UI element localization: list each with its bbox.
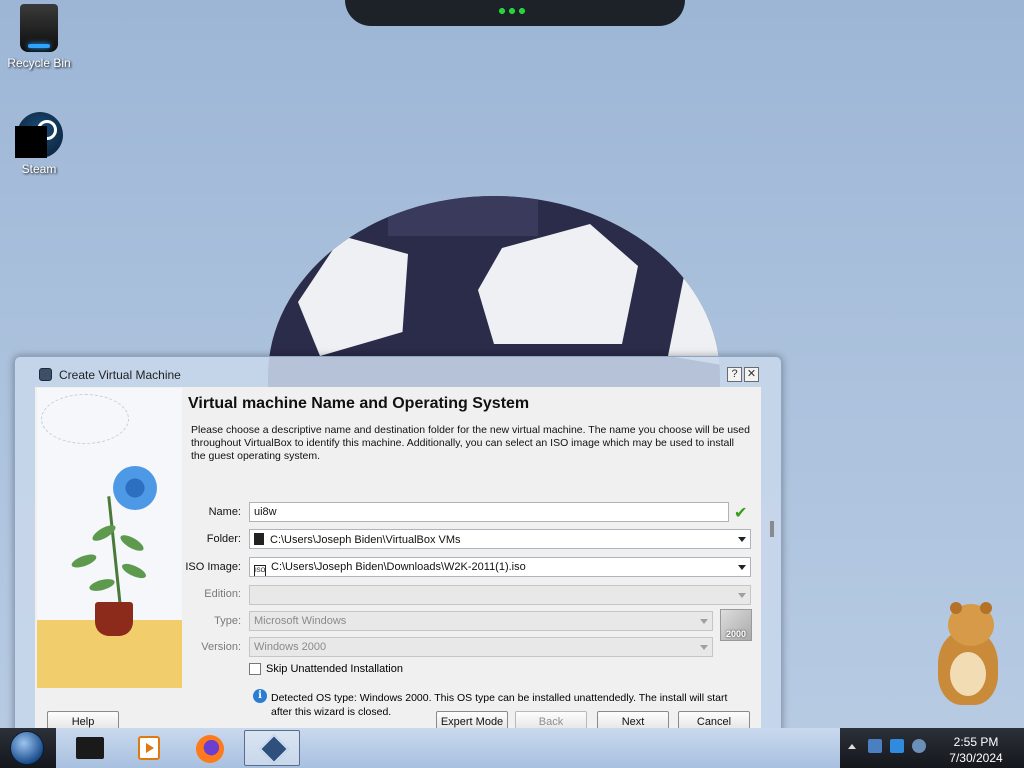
flower-icon — [113, 466, 157, 510]
version-select[interactable]: Windows 2000 — [249, 637, 713, 657]
windows-logo-icon — [10, 731, 44, 765]
dialog-title: Create Virtual Machine — [59, 368, 181, 382]
folder-icon — [254, 533, 264, 545]
volume-icon[interactable] — [912, 739, 926, 753]
steam-icon — [15, 112, 63, 158]
name-label: Name: — [208, 506, 241, 518]
chevron-down-icon — [700, 619, 708, 624]
create-vm-dialog: Create Virtual Machine ? ✕ Virtual machi… — [14, 356, 782, 736]
terminal-icon — [76, 737, 104, 759]
hamster-mascot — [930, 600, 1010, 710]
status-lights — [497, 6, 527, 16]
chevron-down-icon — [700, 645, 708, 650]
taskbar-item-media-player[interactable] — [120, 730, 176, 766]
valid-check-icon: ✔ — [734, 503, 748, 522]
firefox-icon — [196, 735, 224, 763]
desktop-icon-label: Steam — [21, 162, 57, 176]
folder-label: Folder: — [206, 533, 241, 545]
type-label: Type: — [214, 615, 241, 627]
recycle-bin-icon — [20, 4, 58, 52]
taskbar-item-firefox[interactable] — [180, 730, 236, 766]
dialog-client: Virtual machine Name and Operating Syste… — [35, 387, 761, 731]
version-label: Version: — [201, 641, 241, 653]
chevron-down-icon — [738, 537, 746, 542]
iso-value: C:\Users\Joseph Biden\Downloads\W2K-2011… — [271, 561, 526, 573]
iso-select[interactable]: ISO C:\Users\Joseph Biden\Downloads\W2K-2… — [249, 557, 751, 577]
folder-value: C:\Users\Joseph Biden\VirtualBox VMs — [270, 534, 461, 546]
start-button[interactable] — [4, 729, 50, 767]
scrollbar[interactable] — [767, 391, 777, 731]
chevron-down-icon — [738, 565, 746, 570]
taskbar-item-terminal[interactable] — [60, 730, 116, 766]
clock-date: 7/30/2024 — [949, 751, 1003, 765]
taskbar-item-virtualbox[interactable] — [244, 730, 300, 766]
titlebar-close-button[interactable]: ✕ — [744, 367, 759, 382]
type-select[interactable]: Microsoft Windows — [249, 611, 713, 631]
dialog-titlebar[interactable]: Create Virtual Machine ? ✕ — [15, 357, 781, 391]
taskbar: 2:55 PM 7/30/2024 — [0, 728, 1024, 768]
media-player-icon — [138, 736, 160, 760]
name-input[interactable]: ui8w — [249, 502, 729, 522]
clock[interactable]: 2:55 PM 7/30/2024 — [936, 734, 1016, 766]
desktop-icon-steam[interactable]: Steam — [1, 112, 77, 176]
show-hidden-icons-icon[interactable] — [848, 744, 856, 749]
info-icon: i — [253, 689, 267, 703]
skip-unattended-checkbox[interactable] — [249, 663, 261, 675]
version-value: Windows 2000 — [254, 641, 327, 653]
page-description: Please choose a descriptive name and des… — [191, 424, 750, 462]
folder-select[interactable]: C:\Users\Joseph Biden\VirtualBox VMs — [249, 529, 751, 549]
desktop-icon-recycle-bin[interactable]: Recycle Bin — [1, 4, 77, 70]
iso-label: ISO Image: — [185, 561, 241, 573]
edition-select[interactable] — [249, 585, 751, 605]
tray-app-icon[interactable] — [868, 739, 882, 753]
wallpaper-top-bar — [345, 0, 685, 26]
virtualbox-icon — [39, 368, 52, 381]
skip-unattended-label[interactable]: Skip Unattended Installation — [266, 663, 403, 675]
disc-image-icon: ISO — [254, 565, 266, 576]
page-heading: Virtual machine Name and Operating Syste… — [188, 395, 530, 412]
edition-label: Edition: — [204, 588, 241, 600]
system-tray: 2:55 PM 7/30/2024 — [844, 728, 1024, 768]
os-type-icon: 2000 — [720, 609, 752, 641]
network-icon[interactable] — [890, 739, 904, 753]
titlebar-help-button[interactable]: ? — [727, 367, 742, 382]
virtualbox-icon — [259, 734, 289, 764]
chevron-down-icon — [738, 593, 746, 598]
taskbar-apps — [56, 728, 840, 768]
desktop-icon-label: Recycle Bin — [7, 56, 71, 70]
clock-time: 2:55 PM — [953, 735, 999, 749]
type-value: Microsoft Windows — [254, 615, 347, 627]
